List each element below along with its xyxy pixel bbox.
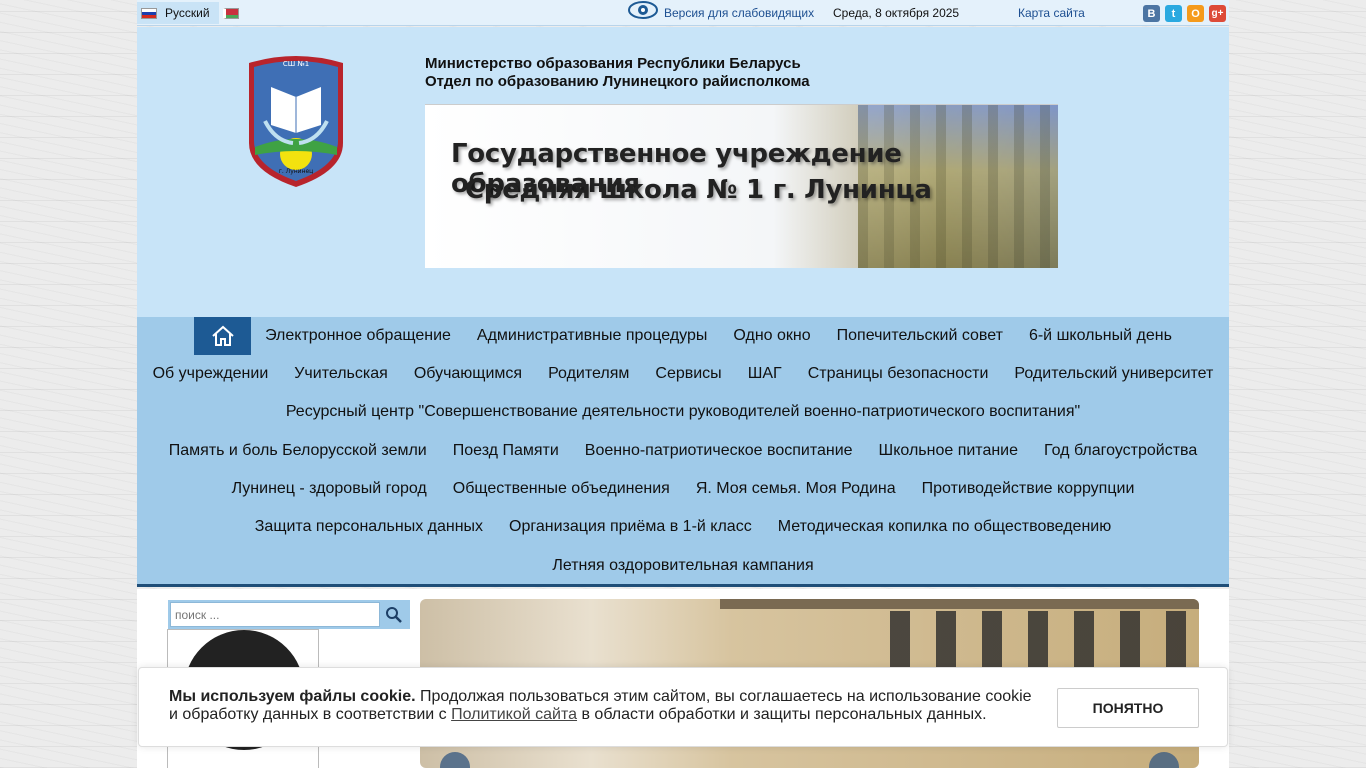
search-input[interactable] — [170, 602, 380, 627]
language-label: Русский — [165, 6, 210, 20]
nav-row-3: Ресурсный центр "Совершенствование деяте… — [137, 393, 1229, 431]
logo-top-text: СШ №1 — [283, 60, 309, 68]
low-vision-link[interactable]: Версия для слабовидящих — [664, 6, 814, 20]
top-bar: Русский Версия для слабовидящих Среда, 8… — [137, 0, 1229, 26]
nav-item-students[interactable]: Обучающимся — [414, 365, 522, 383]
nav-item-shag[interactable]: ШАГ — [748, 365, 782, 383]
nav-item-parents[interactable]: Родителям — [548, 365, 629, 383]
school-banner[interactable]: Государственное учреждение образования С… — [425, 104, 1058, 268]
nav-row-4: Память и боль Белорусской земли Поезд Па… — [137, 432, 1229, 470]
search-button[interactable] — [380, 602, 408, 627]
cookie-accept-button[interactable]: ПОНЯТНО — [1057, 688, 1199, 728]
cookie-banner: Мы используем файлы cookie. Продолжая по… — [138, 667, 1228, 747]
ministry-line-1: Министерство образования Республики Бела… — [425, 55, 801, 72]
nav-row-2: Об учреждении Учительская Обучающимся Ро… — [137, 355, 1229, 393]
vk-share-icon[interactable]: В — [1143, 5, 1160, 22]
belarus-flag-icon[interactable] — [223, 8, 239, 19]
nav-item-my-family[interactable]: Я. Моя семья. Моя Родина — [696, 480, 896, 498]
privacy-policy-link[interactable]: Политикой сайта — [451, 706, 577, 723]
nav-item-safety-pages[interactable]: Страницы безопасности — [808, 365, 989, 383]
nav-item-resource-center[interactable]: Ресурсный центр "Совершенствование деяте… — [286, 403, 1080, 421]
nav-item-first-grade-admission[interactable]: Организация приёма в 1-й класс — [509, 518, 752, 536]
ministry-title: Министерство образования Республики Бела… — [425, 55, 810, 91]
google-plus-share-icon[interactable]: g+ — [1209, 5, 1226, 22]
nav-item-about[interactable]: Об учреждении — [153, 365, 269, 383]
nav-item-parent-university[interactable]: Родительский университет — [1014, 365, 1213, 383]
nav-item-public-associations[interactable]: Общественные объединения — [453, 480, 670, 498]
nav-item-military-patriotic[interactable]: Военно-патриотическое воспитание — [585, 442, 853, 460]
main-navigation: Электронное обращение Административные п… — [137, 317, 1229, 587]
cookie-text: Мы используем файлы cookie. Продолжая по… — [169, 688, 1039, 724]
banner-line-2: Средняя школа № 1 г. Лунинца — [465, 175, 932, 205]
nav-item-healthy-city[interactable]: Лунинец - здоровый город — [232, 480, 427, 498]
twitter-share-icon[interactable]: t — [1165, 5, 1182, 22]
nav-row-7: Летняя оздоровительная кампания — [137, 547, 1229, 585]
odnoklassniki-share-icon[interactable]: О — [1187, 5, 1204, 22]
nav-item-board-of-trustees[interactable]: Попечительский совет — [837, 327, 1003, 345]
nav-item-year-of-improvement[interactable]: Год благоустройства — [1044, 442, 1197, 460]
slider-next-arrow-icon[interactable] — [1149, 752, 1179, 768]
school-emblem-logo[interactable]: СШ №1 г. Лунинец — [241, 51, 351, 189]
nav-item-electronic-appeal[interactable]: Электронное обращение — [265, 327, 451, 345]
nav-item-sixth-school-day[interactable]: 6-й школьный день — [1029, 327, 1172, 345]
sitemap-link[interactable]: Карта сайта — [1018, 6, 1085, 20]
logo-bottom-text: г. Лунинец — [279, 168, 314, 175]
nav-item-one-window[interactable]: Одно окно — [733, 327, 810, 345]
search-box — [168, 600, 410, 629]
home-icon — [211, 325, 234, 346]
nav-item-personal-data[interactable]: Защита персональных данных — [255, 518, 483, 536]
nav-item-anti-corruption[interactable]: Противодействие коррупции — [922, 480, 1135, 498]
nav-item-admin-procedures[interactable]: Административные процедуры — [477, 327, 707, 345]
cookie-bold: Мы используем файлы cookie. — [169, 688, 416, 705]
ministry-line-2: Отдел по образованию Лунинецкого райиспо… — [425, 73, 810, 90]
nav-item-memory-and-pain[interactable]: Память и боль Белорусской земли — [169, 442, 427, 460]
nav-item-teachers-room[interactable]: Учительская — [294, 365, 388, 383]
nav-item-school-meals[interactable]: Школьное питание — [879, 442, 1018, 460]
language-selector-ru[interactable]: Русский — [137, 2, 219, 24]
cookie-text-2: в области обработки и защиты персональны… — [577, 706, 987, 723]
nav-row-6: Защита персональных данных Организация п… — [137, 508, 1229, 546]
home-button[interactable] — [194, 317, 252, 355]
slider-building-roof — [720, 599, 1199, 609]
nav-item-summer-campaign[interactable]: Летняя оздоровительная кампания — [552, 557, 813, 575]
site-header: СШ №1 г. Лунинец Министерство образовани… — [137, 27, 1229, 317]
nav-row-1: Электронное обращение Административные п… — [137, 317, 1229, 355]
slider-prev-arrow-icon[interactable] — [440, 752, 470, 768]
current-date: Среда, 8 октября 2025 — [833, 6, 960, 20]
eye-icon[interactable] — [627, 0, 659, 20]
nav-item-memory-train[interactable]: Поезд Памяти — [453, 442, 559, 460]
nav-item-social-studies-bank[interactable]: Методическая копилка по обществоведению — [778, 518, 1112, 536]
search-icon — [386, 606, 402, 623]
nav-row-5: Лунинец - здоровый город Общественные об… — [137, 470, 1229, 508]
russian-flag-icon — [141, 7, 157, 19]
nav-item-services[interactable]: Сервисы — [655, 365, 721, 383]
